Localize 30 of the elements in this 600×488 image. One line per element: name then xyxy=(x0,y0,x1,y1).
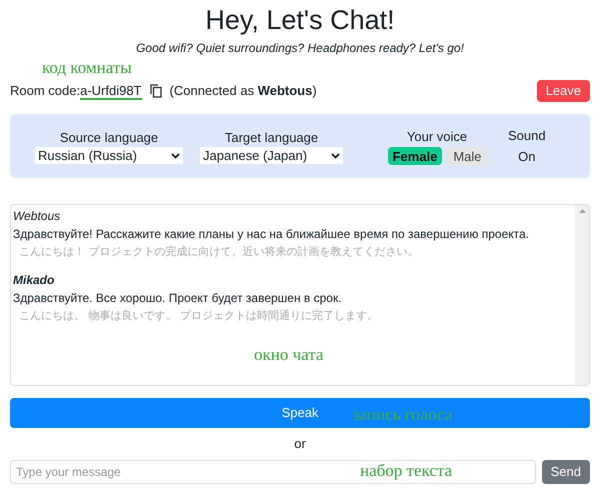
message-translation: こんにちは！ プロジェクトの完成に向けて、近い将来の計画を教えてください。 xyxy=(18,244,418,260)
voice-option[interactable]: Male xyxy=(448,147,486,166)
annotation: набор текста xyxy=(360,460,452,482)
copy-icon[interactable] xyxy=(150,84,162,98)
annotation: запись голоса xyxy=(353,404,452,426)
voice-option[interactable]: Female xyxy=(388,147,442,166)
room-code: a-Urfdi98T xyxy=(80,82,142,100)
sound-toggle[interactable]: On xyxy=(518,146,536,166)
sender-name: Webtous xyxy=(13,208,60,225)
sender-name: Mikado xyxy=(13,272,54,289)
room-code-label: Room code: xyxy=(10,82,80,100)
send-button[interactable]: Send xyxy=(542,460,590,484)
target-language-select[interactable]: Japanese (Japan) xyxy=(200,147,343,164)
source-language-label: Source language xyxy=(60,128,158,147)
message-text: Здравствуйте! Расскажите какие планы у нас на ближайшее время по завершению проекта. xyxy=(13,226,529,243)
connection-status: (Connected as Webtous) xyxy=(170,82,317,100)
source-language-select[interactable]: Russian (Russia) xyxy=(35,147,183,164)
sound-label: Sound xyxy=(508,127,546,145)
target-language-label: Target language xyxy=(224,128,318,147)
message-text: Здравствуйте. Все хорошо. Проект будет завершен в срок. xyxy=(13,290,342,307)
chevron-icon xyxy=(171,152,180,159)
voice-label: Your voice xyxy=(406,128,468,146)
leave-button[interactable]: Leave xyxy=(536,80,590,102)
subtitle: Good wifi? Quiet surroundings? Headphones ready? Let's go! xyxy=(136,40,464,57)
page-title: Hey, Let's Chat! xyxy=(205,4,395,37)
annotation: окно чата xyxy=(254,344,324,366)
annotation: код комнаты xyxy=(42,59,132,77)
chevron-icon xyxy=(331,152,340,159)
separator-text: or xyxy=(294,435,306,453)
message-translation: こんにちは。 物事は良いです。 プロジェクトは時間通りに完了します。 xyxy=(18,308,378,324)
